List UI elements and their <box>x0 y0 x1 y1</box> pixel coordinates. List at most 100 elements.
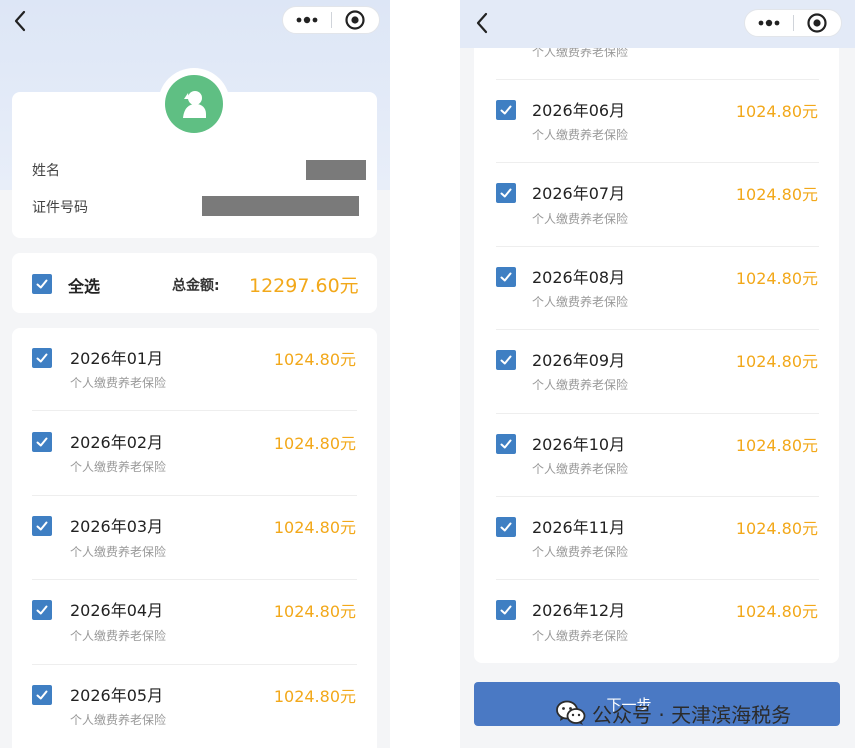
item-divider <box>496 579 819 580</box>
select-all-label: 全选 <box>68 277 101 296</box>
more-dots-icon <box>296 16 318 24</box>
item-month: 2026年01月 <box>70 349 164 368</box>
checkmark-icon <box>36 279 48 289</box>
id-number-value-redacted <box>202 196 359 216</box>
item-divider <box>32 410 357 411</box>
user-avatar-icon <box>183 91 206 118</box>
item-description: 个人缴费养老保险 <box>70 545 167 559</box>
name-value-redacted <box>306 160 366 180</box>
item-month: 2026年12月 <box>532 601 626 620</box>
left-screen: 姓名 证件号码 全选 总金额: 12297.60元 2026年01月 1024.… <box>0 0 390 748</box>
checkmark-icon <box>500 522 512 532</box>
back-button[interactable] <box>8 8 34 34</box>
item-month: 2026年11月 <box>532 518 626 537</box>
item-amount: 1024.80元 <box>735 185 818 204</box>
item-month: 2026年06月 <box>532 101 626 120</box>
name-label: 姓名 <box>32 163 60 179</box>
total-amount-label: 总金额: <box>172 278 220 294</box>
item-amount: 1024.80元 <box>735 602 818 621</box>
item-description: 个人缴费养老保险 <box>532 378 629 392</box>
item-divider <box>496 329 819 330</box>
watermark-text: 公众号 · 天津滨海税务 <box>592 702 792 727</box>
item-description: 个人缴费养老保险 <box>532 212 629 226</box>
item-checkbox[interactable] <box>32 348 52 368</box>
item-divider <box>496 413 819 414</box>
item-divider <box>496 496 819 497</box>
back-button[interactable] <box>470 10 496 36</box>
item-checkbox[interactable] <box>496 517 516 537</box>
watermark: 公众号 · 天津滨海税务 <box>556 698 791 728</box>
item-month: 2026年04月 <box>70 601 164 620</box>
item-divider <box>496 246 819 247</box>
checkmark-icon <box>500 439 512 449</box>
item-description: 个人缴费养老保险 <box>532 629 629 643</box>
checkmark-icon <box>500 355 512 365</box>
item-description: 个人缴费养老保险 <box>70 629 167 643</box>
close-button[interactable] <box>332 7 379 33</box>
checkmark-icon <box>500 605 512 615</box>
item-checkbox[interactable] <box>32 600 52 620</box>
total-amount-value: 12297.60元 <box>249 275 359 297</box>
item-checkbox[interactable] <box>496 183 516 203</box>
item-checkbox[interactable] <box>32 432 52 452</box>
checkmark-icon <box>36 690 48 700</box>
select-all-checkbox[interactable] <box>32 274 52 294</box>
mini-program-capsule <box>282 6 380 34</box>
item-month: 2026年07月 <box>532 184 626 203</box>
item-amount: 1024.80元 <box>273 434 356 453</box>
item-description: 个人缴费养老保险 <box>70 376 167 390</box>
item-amount: 1024.80元 <box>735 436 818 455</box>
item-month: 2026年09月 <box>532 351 626 370</box>
close-button[interactable] <box>794 10 841 36</box>
checkmark-icon <box>36 521 48 531</box>
item-description: 个人缴费养老保险 <box>532 128 629 142</box>
chevron-left-icon <box>476 12 488 34</box>
more-button[interactable] <box>745 10 793 36</box>
checkmark-icon <box>36 353 48 363</box>
item-divider <box>32 495 357 496</box>
item-checkbox[interactable] <box>496 600 516 620</box>
item-month: 2026年03月 <box>70 517 164 536</box>
right-screen: 个人缴费养老保险 2026年06月 1024.80元 个人缴费养老保险 2026… <box>460 0 855 748</box>
item-description: 个人缴费养老保险 <box>532 295 629 309</box>
item-amount: 1024.80元 <box>735 269 818 288</box>
item-description: 个人缴费养老保险 <box>532 545 629 559</box>
checkmark-icon <box>36 437 48 447</box>
item-month: 2026年08月 <box>532 268 626 287</box>
item-checkbox[interactable] <box>496 350 516 370</box>
item-divider <box>496 79 819 80</box>
checkmark-icon <box>36 605 48 615</box>
item-description: 个人缴费养老保险 <box>70 713 167 727</box>
item-amount: 1024.80元 <box>273 687 356 706</box>
item-month: 2026年10月 <box>532 435 626 454</box>
item-amount: 1024.80元 <box>735 519 818 538</box>
item-month: 2026年05月 <box>70 686 164 705</box>
checkmark-icon <box>500 188 512 198</box>
avatar <box>165 75 223 133</box>
item-amount: 1024.80元 <box>273 350 356 369</box>
target-close-icon <box>807 13 828 33</box>
item-checkbox[interactable] <box>496 267 516 287</box>
item-checkbox[interactable] <box>32 516 52 536</box>
item-amount: 1024.80元 <box>273 602 356 621</box>
more-button[interactable] <box>283 7 331 33</box>
chevron-left-icon <box>14 10 26 32</box>
item-description: 个人缴费养老保险 <box>532 462 629 476</box>
item-divider <box>32 579 357 580</box>
item-checkbox[interactable] <box>496 100 516 120</box>
wechat-logo-icon <box>556 700 586 725</box>
item-divider <box>32 664 357 665</box>
target-close-icon <box>345 10 366 30</box>
item-checkbox[interactable] <box>496 434 516 454</box>
item-description: 个人缴费养老保险 <box>70 460 167 474</box>
item-month: 2026年02月 <box>70 433 164 452</box>
id-number-label: 证件号码 <box>32 200 88 216</box>
checkmark-icon <box>500 272 512 282</box>
more-dots-icon <box>758 19 780 27</box>
item-amount: 1024.80元 <box>735 352 818 371</box>
item-checkbox[interactable] <box>32 685 52 705</box>
mini-program-capsule <box>744 9 842 37</box>
item-amount: 1024.80元 <box>735 102 818 121</box>
item-divider <box>496 162 819 163</box>
checkmark-icon <box>500 105 512 115</box>
